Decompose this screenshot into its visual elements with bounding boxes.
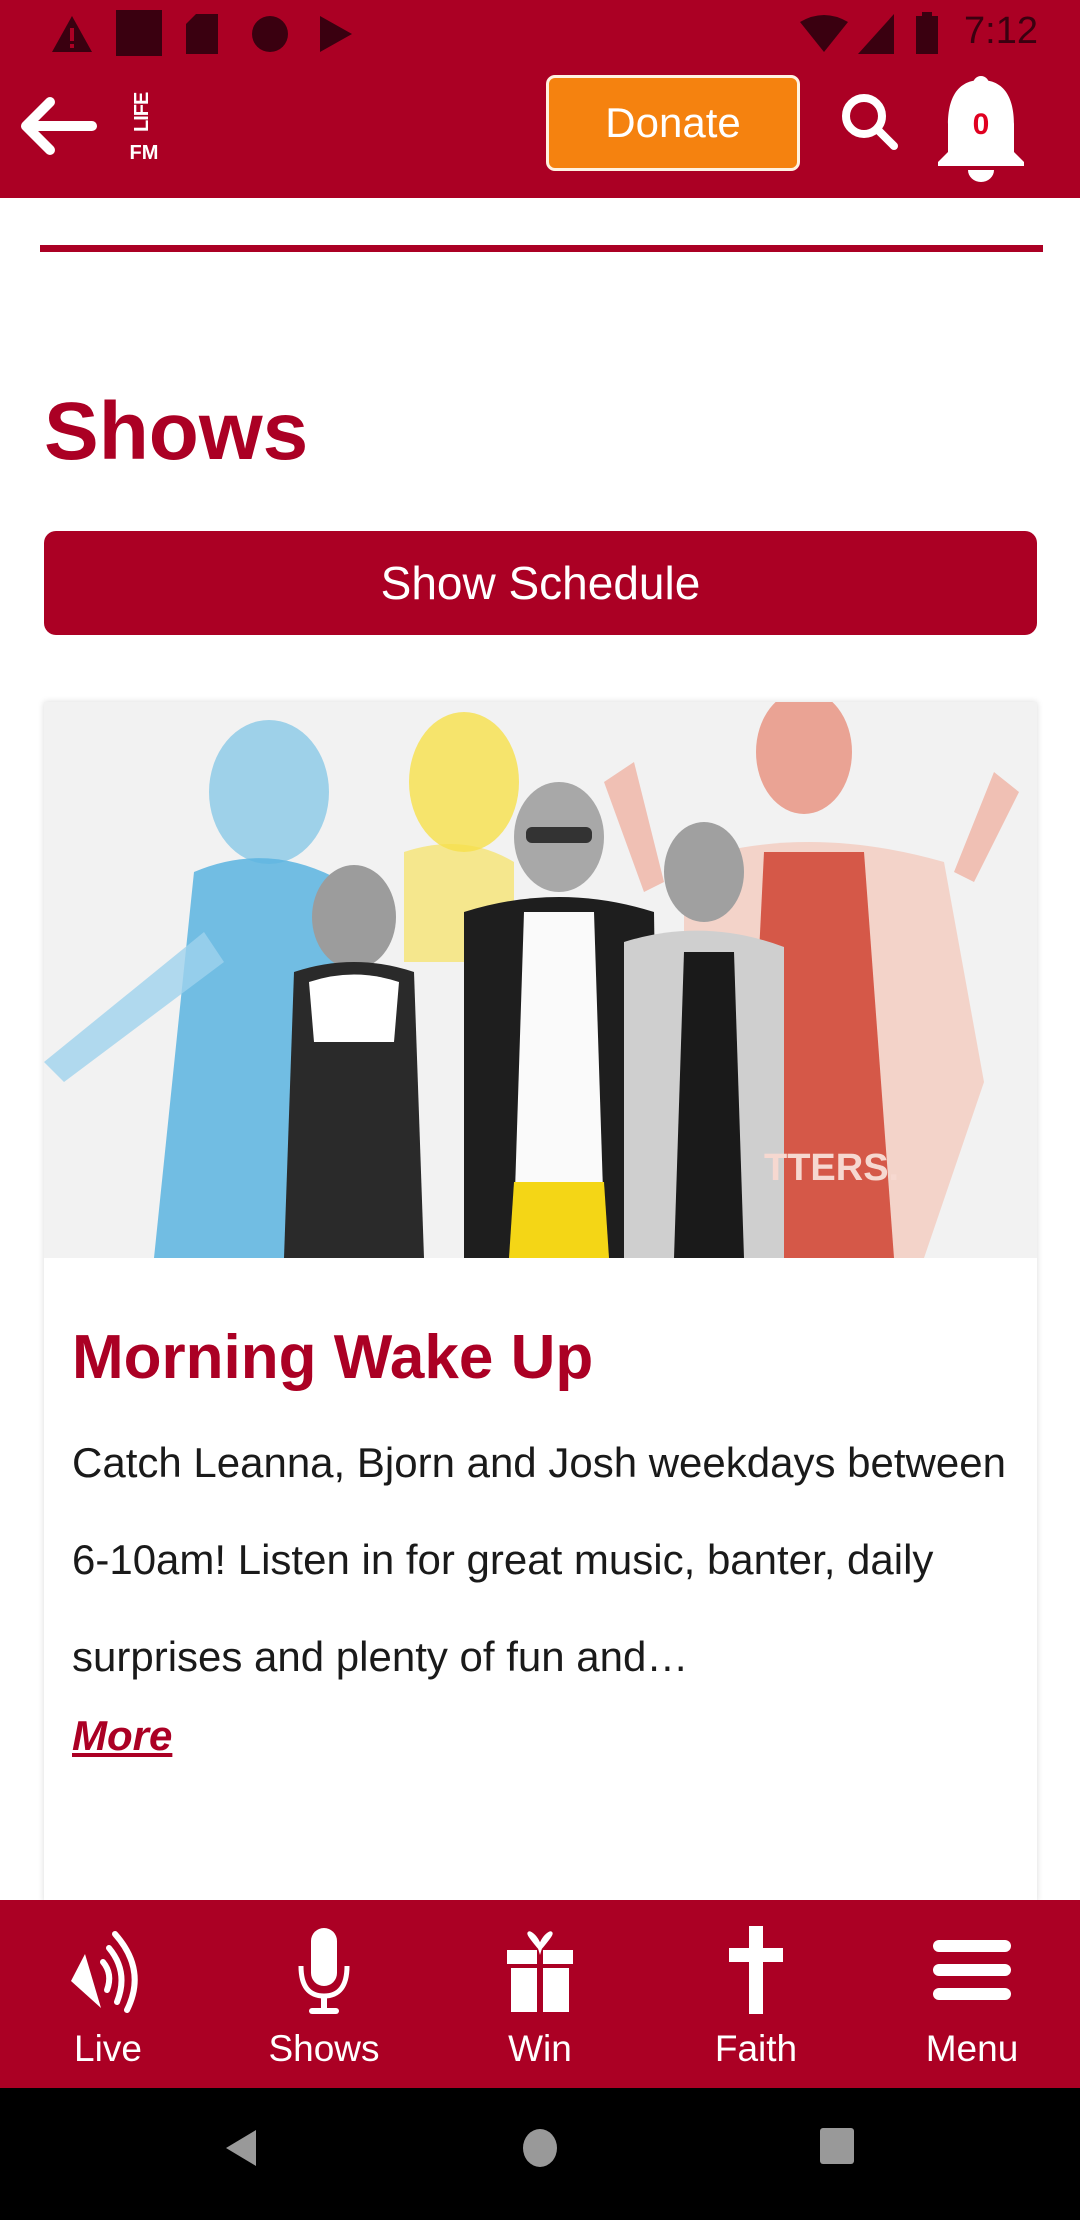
search-button[interactable] <box>838 90 902 154</box>
alert-icon <box>52 16 92 52</box>
nav-label-live: Live <box>74 2028 142 2069</box>
search-icon <box>842 94 898 150</box>
system-nav-bar <box>0 2088 1080 2220</box>
signal-icon <box>858 14 894 54</box>
speaker-icon <box>71 1931 138 2013</box>
back-triangle-icon[interactable] <box>224 2128 260 2168</box>
status-bar: 7:12 <box>0 0 1080 64</box>
wifi-off-icon <box>800 15 848 52</box>
square-icon <box>116 10 162 56</box>
image-overlay-text: TTERS. <box>764 1147 899 1189</box>
recents-square-icon[interactable] <box>820 2128 854 2168</box>
sd-card-icon <box>186 14 218 54</box>
logo-text-bottom: FM <box>129 142 159 164</box>
bottom-nav: Live Shows Win Faith Menu <box>0 1900 1080 2088</box>
section-divider <box>40 245 1043 252</box>
microphone-icon <box>298 1928 350 2014</box>
app-bar: LIFE FM Donate 0 <box>0 64 1080 198</box>
nav-label-shows: Shows <box>268 2028 380 2069</box>
show-description: Catch Leanna, Bjorn and Josh weekdays be… <box>72 1439 1006 1680</box>
nav-label-menu: Menu <box>925 2028 1019 2069</box>
gift-icon <box>507 1931 573 2012</box>
page-title: Shows <box>44 386 309 477</box>
donate-button[interactable]: Donate <box>546 75 800 171</box>
show-schedule-button[interactable]: Show Schedule <box>44 531 1037 635</box>
show-card[interactable]: TTERS. Morning Wake Up Catch Leanna, Bjo… <box>44 702 1037 1902</box>
nav-item-menu[interactable]: Menu <box>864 1900 1080 2088</box>
life-fm-logo[interactable]: LIFE FM <box>122 86 166 170</box>
play-store-icon <box>320 16 352 52</box>
nav-item-shows[interactable]: Shows <box>216 1900 432 2088</box>
hosts-photo-illustration: TTERS. <box>44 702 1037 1258</box>
nav-item-faith[interactable]: Faith <box>648 1900 864 2088</box>
nav-item-live[interactable]: Live <box>0 1900 216 2088</box>
home-circle-icon[interactable] <box>522 2128 558 2168</box>
logo-text-top: LIFE <box>131 92 153 132</box>
nav-label-faith: Faith <box>714 2028 798 2069</box>
cross-icon <box>729 1926 783 2014</box>
show-image[interactable]: TTERS. <box>44 702 1037 1258</box>
notification-count-badge: 0 <box>972 108 990 141</box>
status-time: 7:12 <box>964 10 1038 52</box>
nav-item-win[interactable]: Win <box>432 1900 648 2088</box>
battery-icon <box>916 12 938 54</box>
arrow-left-icon <box>21 97 97 155</box>
show-title: Morning Wake Up <box>72 1323 594 1392</box>
notifications-button[interactable]: 0 <box>936 74 1026 184</box>
back-button[interactable] <box>16 94 98 158</box>
more-link[interactable]: More <box>72 1712 172 1760</box>
circle-icon <box>252 16 288 52</box>
hamburger-menu-icon <box>933 1940 1011 2000</box>
nav-label-win: Win <box>508 2028 572 2069</box>
